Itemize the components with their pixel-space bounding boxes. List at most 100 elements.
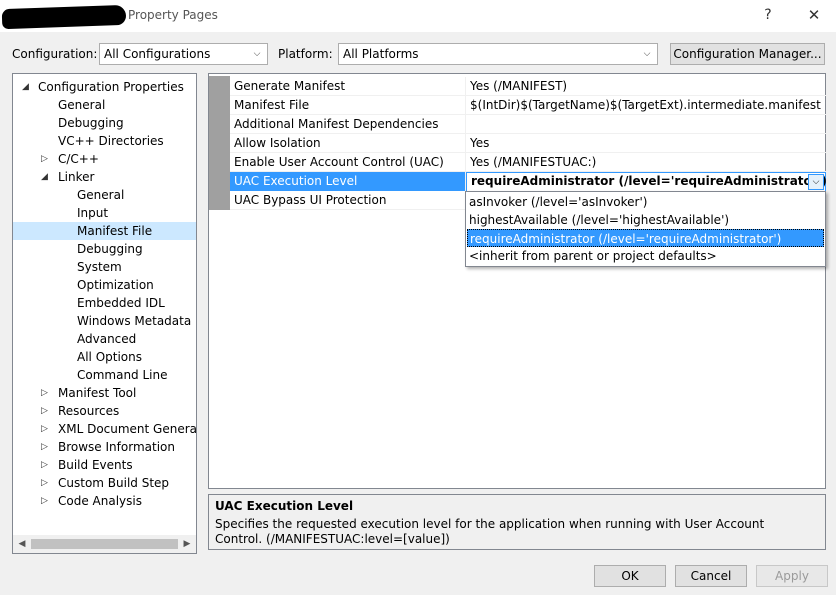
- tree-item[interactable]: Manifest File: [13, 222, 196, 240]
- platform-select[interactable]: All Platforms ⌵: [338, 43, 658, 65]
- tree-item[interactable]: ▷ Browse Information: [13, 438, 196, 456]
- close-button[interactable]: ✕: [802, 4, 826, 26]
- scroll-left-icon[interactable]: ◀: [15, 537, 29, 551]
- configuration-select[interactable]: All Configurations ⌵: [99, 43, 268, 65]
- expand-icon[interactable]: ▷: [41, 402, 48, 420]
- description-title: UAC Execution Level: [215, 499, 354, 513]
- property-tree[interactable]: ◢ Configuration Properties General Debuggin…: [12, 73, 197, 554]
- tree-item-label: Advanced: [77, 332, 137, 346]
- property-row[interactable]: Generate Manifest Yes (/MANIFEST): [230, 77, 826, 96]
- tree-item[interactable]: ▷ Custom Build Step: [13, 474, 196, 492]
- tree-item-label: Code Analysis: [58, 494, 142, 508]
- tree-item[interactable]: ▷ Build Events: [13, 456, 196, 474]
- tree-item[interactable]: System: [13, 258, 196, 276]
- tree-item-label: General: [77, 188, 125, 202]
- tree-item[interactable]: ▷ XML Document Generator: [13, 420, 196, 438]
- tree-item[interactable]: All Options: [13, 348, 196, 366]
- property-row[interactable]: Enable User Account Control (UAC) Yes (/M…: [230, 153, 826, 172]
- dropdown-option[interactable]: <inherit from parent or project defaults…: [467, 247, 824, 265]
- tree-item-label: Configuration Properties: [38, 80, 184, 94]
- tree-item[interactable]: ▷ Code Analysis: [13, 492, 196, 510]
- redacted-project-name: [1, 4, 127, 30]
- expand-icon[interactable]: ▷: [41, 420, 48, 438]
- tree-item-label: Resources: [58, 404, 120, 418]
- platform-label: Platform:: [278, 47, 333, 61]
- tree-item[interactable]: Debugging: [13, 114, 196, 132]
- expand-icon[interactable]: ▷: [41, 474, 48, 492]
- tree-item[interactable]: ▷ Manifest Tool: [13, 384, 196, 402]
- tree-item-label: VC++ Directories: [58, 134, 164, 148]
- property-row[interactable]: Manifest File $(IntDir)$(TargetName)$(Tar…: [230, 96, 826, 115]
- property-name: Additional Manifest Dependencies: [230, 115, 466, 134]
- property-value[interactable]: $(IntDir)$(TargetName)$(TargetExt).inter…: [470, 96, 821, 115]
- scroll-right-icon[interactable]: ▶: [180, 537, 194, 551]
- tree-item[interactable]: General: [13, 96, 196, 114]
- tree-item-label: Debugging: [77, 242, 143, 256]
- cancel-button[interactable]: Cancel: [675, 565, 747, 587]
- collapse-icon[interactable]: ◢: [41, 168, 48, 186]
- chevron-down-icon: ⌵: [253, 49, 261, 59]
- tree-item-label: Debugging: [58, 116, 124, 130]
- tree-item[interactable]: ◢ Configuration Properties: [13, 78, 196, 96]
- apply-button[interactable]: Apply: [756, 565, 828, 587]
- expand-icon[interactable]: ▷: [41, 384, 48, 402]
- tree-item[interactable]: General: [13, 186, 196, 204]
- configuration-label: Configuration:: [12, 47, 98, 61]
- expand-icon[interactable]: ▷: [41, 150, 48, 168]
- tree-item[interactable]: VC++ Directories: [13, 132, 196, 150]
- tree-item[interactable]: Optimization: [13, 276, 196, 294]
- tree-item-label: Windows Metadata: [77, 314, 192, 328]
- ok-button[interactable]: OK: [594, 565, 666, 587]
- tree-item-label: All Options: [77, 350, 142, 364]
- property-grid[interactable]: Generate Manifest Yes (/MANIFEST) Manifest…: [208, 73, 827, 489]
- expand-icon[interactable]: ▷: [41, 438, 48, 456]
- property-name: UAC Bypass UI Protection: [230, 191, 466, 210]
- dropdown-option[interactable]: requireAdministrator (/level='requireAdm…: [467, 229, 824, 247]
- help-button[interactable]: ?: [756, 4, 780, 26]
- chevron-down-icon: ⌵: [643, 49, 651, 59]
- tree-item-label: C/C++: [58, 152, 99, 166]
- configuration-manager-button[interactable]: Configuration Manager...: [670, 43, 825, 65]
- property-name: Manifest File: [230, 96, 466, 115]
- dropdown-option[interactable]: asInvoker (/level='asInvoker'): [467, 193, 824, 211]
- tree-item[interactable]: ▷ Resources: [13, 402, 196, 420]
- property-name: Enable User Account Control (UAC): [230, 153, 466, 172]
- property-value[interactable]: Yes (/MANIFESTUAC:): [470, 153, 596, 172]
- tree-item-label: Manifest File: [77, 224, 153, 238]
- uac-execution-level-value: requireAdministrator (/level='requireAdm…: [471, 174, 827, 188]
- property-name: UAC Execution Level: [230, 172, 466, 191]
- tree-item-label: Command Line: [77, 368, 168, 382]
- tree-item[interactable]: Command Line: [13, 366, 196, 384]
- tree-item[interactable]: ▷ C/C++: [13, 150, 196, 168]
- window-title: Property Pages: [128, 8, 218, 22]
- tree-item-label: System: [77, 260, 122, 274]
- property-value[interactable]: Yes (/MANIFEST): [470, 77, 567, 96]
- tree-item[interactable]: Windows Metadata: [13, 312, 196, 330]
- tree-horizontal-scrollbar[interactable]: ◀ ▶: [13, 535, 196, 553]
- tree-item-label: Build Events: [58, 458, 133, 472]
- title-bar: Property Pages ? ✕: [0, 0, 836, 32]
- expand-icon[interactable]: ▷: [41, 492, 48, 510]
- collapse-icon[interactable]: ◢: [22, 78, 29, 96]
- tree-item[interactable]: Advanced: [13, 330, 196, 348]
- expand-icon[interactable]: ▷: [41, 456, 48, 474]
- property-row[interactable]: Additional Manifest Dependencies: [230, 115, 826, 134]
- uac-level-dropdown-list[interactable]: asInvoker (/level='asInvoker') highestAva…: [465, 191, 826, 267]
- tree-item[interactable]: ◢ Linker: [13, 168, 196, 186]
- tree-item-label: Manifest Tool: [58, 386, 137, 400]
- property-name: Generate Manifest: [230, 77, 466, 96]
- tree-item[interactable]: Debugging: [13, 240, 196, 258]
- tree-item[interactable]: Input: [13, 204, 196, 222]
- uac-execution-level-combo[interactable]: requireAdministrator (/level='requireAdm…: [466, 172, 827, 192]
- property-row[interactable]: Allow Isolation Yes: [230, 134, 826, 153]
- tree-item[interactable]: Embedded IDL: [13, 294, 196, 312]
- chevron-down-icon[interactable]: ⌵: [808, 174, 824, 190]
- description-text: Specifies the requested execution level …: [215, 517, 765, 546]
- tree-item-label: Embedded IDL: [77, 296, 165, 310]
- dropdown-option[interactable]: highestAvailable (/level='highestAvailab…: [467, 211, 824, 229]
- property-value[interactable]: Yes: [470, 134, 489, 153]
- tree-item-label: Optimization: [77, 278, 154, 292]
- platform-value: All Platforms: [343, 47, 419, 61]
- tree-item-label: Browse Information: [58, 440, 175, 454]
- scrollbar-thumb[interactable]: [31, 539, 178, 549]
